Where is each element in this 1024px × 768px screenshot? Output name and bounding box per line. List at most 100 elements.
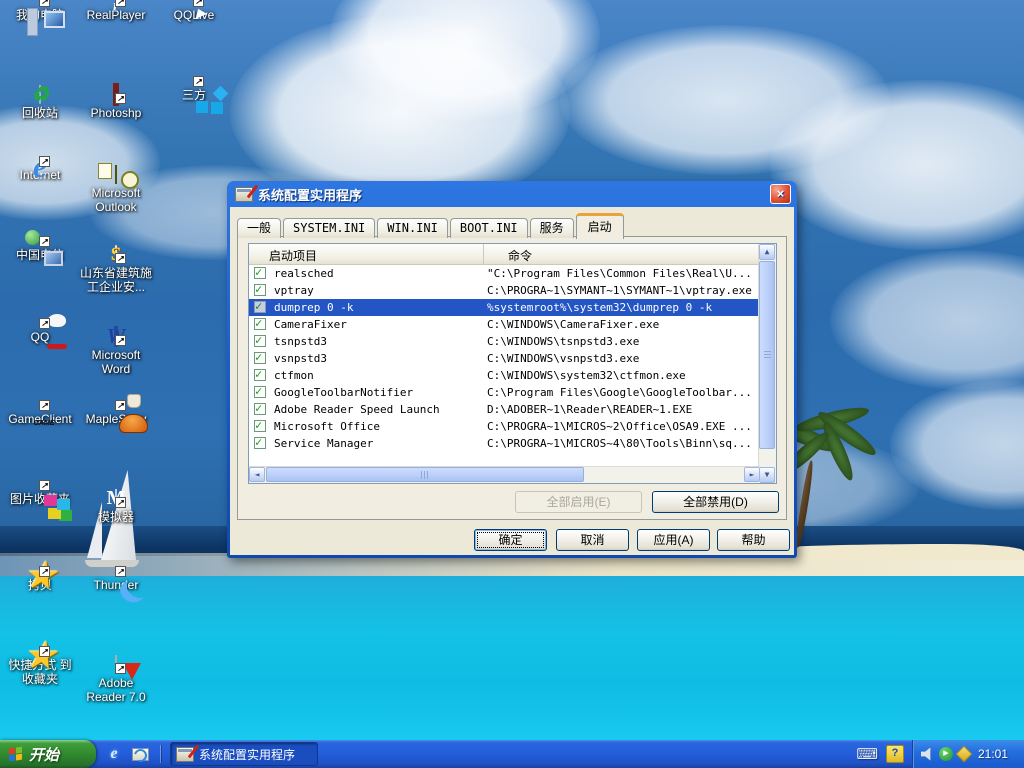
shortcut-arrow-icon	[115, 0, 126, 7]
tab-win-ini[interactable]: WIN.INI	[377, 218, 448, 238]
dialog-title: 系统配置实用程序	[258, 185, 362, 204]
desktop-icon-shortcut-favorites[interactable]: ★ 快捷方式 到 收藏夹	[2, 656, 78, 686]
shandong-app-icon: S	[115, 245, 117, 264]
desktop-icon-photoshop[interactable]: Photoshp	[78, 86, 154, 120]
help-button[interactable]: 帮助	[717, 529, 790, 551]
photoshop-icon	[113, 83, 119, 106]
startup-item-row[interactable]: Service ManagerC:\PROGRA~1\MICROS~4\80\T…	[249, 435, 760, 452]
desktop-icon-realplayer[interactable]: r RealPlayer	[78, 6, 154, 22]
startup-item-row[interactable]: Adobe Reader Speed LaunchD:\ADOBER~1\Rea…	[249, 401, 760, 418]
tab-boot-ini[interactable]: BOOT.INI	[450, 218, 528, 238]
quick-launch-ie-icon[interactable]: e	[104, 744, 124, 764]
desktop-icon-shandong[interactable]: S 山东省建筑施工企业安...	[78, 246, 154, 294]
icon-label: 模拟器	[78, 510, 154, 524]
shortcut-arrow-icon	[39, 480, 50, 491]
startup-item-row[interactable]: Microsoft OfficeC:\PROGRA~1\MICROS~2\Off…	[249, 418, 760, 435]
desktop-icon-sanfang[interactable]: 三方	[156, 86, 232, 102]
windows-flag-icon	[9, 748, 15, 755]
tab-startup[interactable]: 启动	[576, 213, 624, 239]
vertical-scrollbar[interactable]: ▲ ▼	[758, 244, 776, 483]
horizontal-scroll-thumb[interactable]	[266, 467, 584, 482]
shortcut-arrow-icon	[39, 156, 50, 167]
checkbox-checked-icon[interactable]	[254, 437, 266, 449]
column-header-startup-item[interactable]: 启动项目	[249, 244, 484, 264]
tab-general[interactable]: 一般	[237, 218, 281, 238]
startup-item-row[interactable]: CameraFixerC:\WINDOWS\CameraFixer.exe	[249, 316, 760, 333]
desktop-icon-gameclient[interactable]: GAME GameClient	[2, 410, 78, 426]
startup-tab-page: 启动项目 命令 realsched"C:\Program Files\Commo…	[237, 236, 787, 520]
checkbox-checked-icon[interactable]	[254, 420, 266, 432]
checkbox-checked-icon[interactable]	[254, 318, 266, 330]
volume-icon[interactable]	[921, 748, 934, 761]
checkbox-checked-icon[interactable]	[254, 403, 266, 415]
dialog-title-bar[interactable]: 系统配置实用程序 ×	[230, 181, 794, 207]
taskbar-clock[interactable]: 21:01	[978, 747, 1008, 761]
horizontal-scrollbar[interactable]: ◄ ►	[249, 466, 760, 483]
scroll-down-icon[interactable]: ▼	[759, 467, 775, 483]
desktop-icon-picture-folder[interactable]: 图片收藏夹	[2, 490, 78, 506]
startup-list: 启动项目 命令 realsched"C:\Program Files\Commo…	[248, 243, 777, 484]
start-button[interactable]: 开始	[0, 740, 96, 768]
desktop-icon-recycle-bin[interactable]: ♻ 回收站	[2, 86, 78, 120]
tab-services[interactable]: 服务	[530, 218, 574, 238]
msconfig-icon	[176, 747, 194, 762]
desktop-icon-adobe-reader[interactable]: Adobe Reader 7.0	[78, 656, 154, 704]
taskbar-task-button-msconfig[interactable]: 系统配置实用程序	[170, 742, 318, 766]
disable-all-button[interactable]: 全部禁用(D)	[652, 491, 779, 513]
checkbox-checked-icon[interactable]	[254, 369, 266, 381]
startup-item-row[interactable]: vsnpstd3C:\WINDOWS\vsnpstd3.exe	[249, 350, 760, 367]
checkbox-checked-icon[interactable]	[254, 335, 266, 347]
checkbox-checked-icon[interactable]	[254, 386, 266, 398]
desktop-icon-emulator[interactable]: M 模拟器	[78, 490, 154, 524]
desktop-icon-my-computer[interactable]: 我的电脑	[2, 6, 78, 22]
tab-system-ini[interactable]: SYSTEM.INI	[283, 218, 375, 238]
shortcut-arrow-icon	[115, 93, 126, 104]
close-button[interactable]: ×	[770, 184, 791, 204]
shortcut-arrow-icon	[115, 497, 126, 508]
shortcut-arrow-icon	[39, 318, 50, 329]
startup-item-row[interactable]: GoogleToolbarNotifierC:\Program Files\Go…	[249, 384, 760, 401]
desktop-icon-qqlive[interactable]: ▶ QQLive	[156, 6, 232, 22]
checkbox-checked-icon[interactable]	[254, 284, 266, 296]
column-header-command[interactable]: 命令	[484, 244, 760, 264]
vertical-scroll-thumb[interactable]	[759, 261, 775, 449]
scroll-right-icon[interactable]: ►	[744, 467, 760, 482]
taskbar: 开始 e 系统配置实用程序 ⌨ ? ▶ 21:01	[0, 740, 1024, 768]
sailboat-hull	[85, 560, 139, 567]
dialog-body: 一般 SYSTEM.INI WIN.INI BOOT.INI 服务 启动 启动项…	[230, 207, 794, 555]
startup-item-row[interactable]: tsnpstd3C:\WINDOWS\tsnpstd3.exe	[249, 333, 760, 350]
taskbar-separator	[160, 745, 161, 763]
desktop-icon-china-telecom[interactable]: 中国电信	[2, 246, 78, 262]
desktop-icon-internet[interactable]: e Internet	[2, 166, 78, 182]
shortcut-arrow-icon	[115, 566, 126, 577]
desktop-icon-copy[interactable]: ★ 拷贝	[2, 576, 78, 592]
tray-yellow-diamond-icon[interactable]	[956, 746, 973, 763]
icon-label: 中国电信	[2, 248, 78, 262]
desktop-icon-outlook[interactable]: Microsoft Outlook	[78, 166, 154, 214]
quick-launch-mail-icon[interactable]	[130, 744, 150, 764]
apply-button[interactable]: 应用(A)	[637, 529, 710, 551]
checkbox-checked-icon[interactable]	[254, 352, 266, 364]
help-icon[interactable]: ?	[886, 745, 904, 763]
ok-button[interactable]: 确定	[474, 529, 547, 551]
outlook-icon	[115, 165, 117, 184]
desktop-icon-maplestory[interactable]: MapleStory	[78, 410, 154, 426]
desktop-icon-qq[interactable]: QQ	[2, 328, 78, 344]
startup-item-row[interactable]: realsched"C:\Program Files\Common Files\…	[249, 265, 760, 282]
checkbox-checked-icon[interactable]	[254, 267, 266, 279]
keyboard-layout-icon[interactable]: ⌨	[856, 745, 878, 763]
tray-green-play-icon[interactable]: ▶	[939, 747, 953, 761]
checkbox-checked-icon[interactable]	[254, 301, 266, 313]
recycle-bin-icon: ♻	[39, 85, 41, 104]
icon-label: Adobe Reader 7.0	[78, 676, 154, 704]
icon-label: 山东省建筑施工企业安...	[78, 266, 154, 294]
startup-item-row-selected[interactable]: dumprep 0 -k%systemroot%\system32\dumpre…	[249, 299, 760, 316]
startup-item-row[interactable]: vptrayC:\PROGRA~1\SYMANT~1\SYMANT~1\vptr…	[249, 282, 760, 299]
scroll-left-icon[interactable]: ◄	[249, 467, 265, 482]
startup-item-row[interactable]: ctfmonC:\WINDOWS\system32\ctfmon.exe	[249, 367, 760, 384]
scroll-up-icon[interactable]: ▲	[759, 244, 775, 260]
cancel-button[interactable]: 取消	[556, 529, 629, 551]
desktop-icon-word[interactable]: W Microsoft Word	[78, 328, 154, 376]
desktop: 我的电脑 r RealPlayer ▶ QQLive ♻ 回收站 Photosh…	[0, 0, 1024, 768]
desktop-icon-thunder[interactable]: Thunder	[78, 576, 154, 592]
